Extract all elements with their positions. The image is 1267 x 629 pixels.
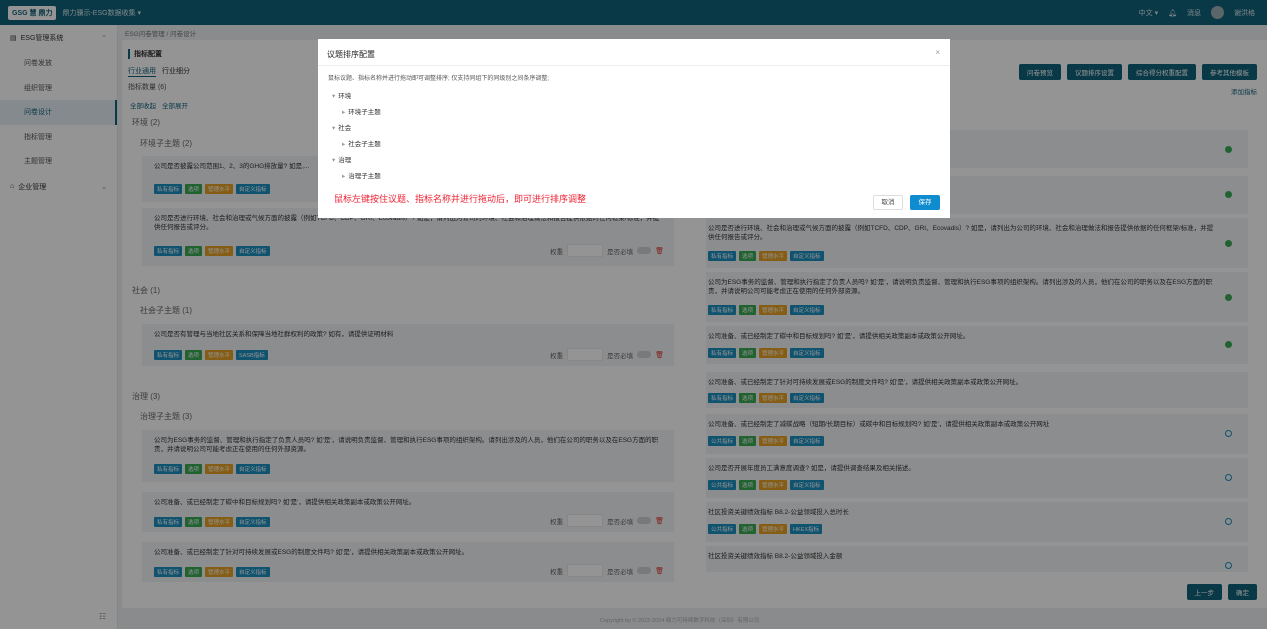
tree-node-label: 社会子主题 (348, 141, 381, 148)
modal-description: 鼠标议题、指标名称并进行拖动即可调整排序; 仅支持同组下的同级别之间条序调整; (328, 76, 550, 82)
tree-node-label: 环境子主题 (348, 109, 381, 116)
caret-right-icon: ▸ (342, 109, 346, 116)
caret-down-icon: ▾ (332, 157, 336, 164)
tree-node-label: 环境 (338, 93, 352, 100)
cancel-button[interactable]: 取消 (873, 195, 903, 210)
sort-config-modal: 议题排序配置 × 鼠标议题、指标名称并进行拖动即可调整排序; 仅支持同组下的同级… (318, 39, 950, 218)
tree-node-society-sub[interactable]: ▸ 社会子主题 (342, 138, 381, 148)
tree-node-governance[interactable]: ▾ 治理 (332, 154, 351, 164)
caret-down-icon: ▾ (332, 93, 336, 100)
save-button[interactable]: 保存 (910, 195, 940, 210)
tree-node-env-sub[interactable]: ▸ 环境子主题 (342, 106, 381, 116)
tree-node-society[interactable]: ▾ 社会 (332, 122, 351, 132)
caret-right-icon: ▸ (342, 141, 346, 148)
modal-divider (318, 65, 950, 66)
tree-node-label: 社会 (338, 125, 352, 132)
caret-down-icon: ▾ (332, 125, 336, 132)
tree-node-env[interactable]: ▾ 环境 (332, 90, 351, 100)
tree-node-label: 治理 (338, 157, 352, 164)
drag-hint: 鼠标左键按住议题、指标名称并进行拖动后，即可进行排序调整 (334, 194, 587, 204)
modal-title: 议题排序配置 (327, 50, 375, 59)
tree-node-governance-sub[interactable]: ▸ 治理子主题 (342, 170, 381, 180)
close-icon[interactable]: × (935, 48, 940, 57)
caret-right-icon: ▸ (342, 173, 346, 180)
tree-node-label: 治理子主题 (348, 173, 381, 180)
